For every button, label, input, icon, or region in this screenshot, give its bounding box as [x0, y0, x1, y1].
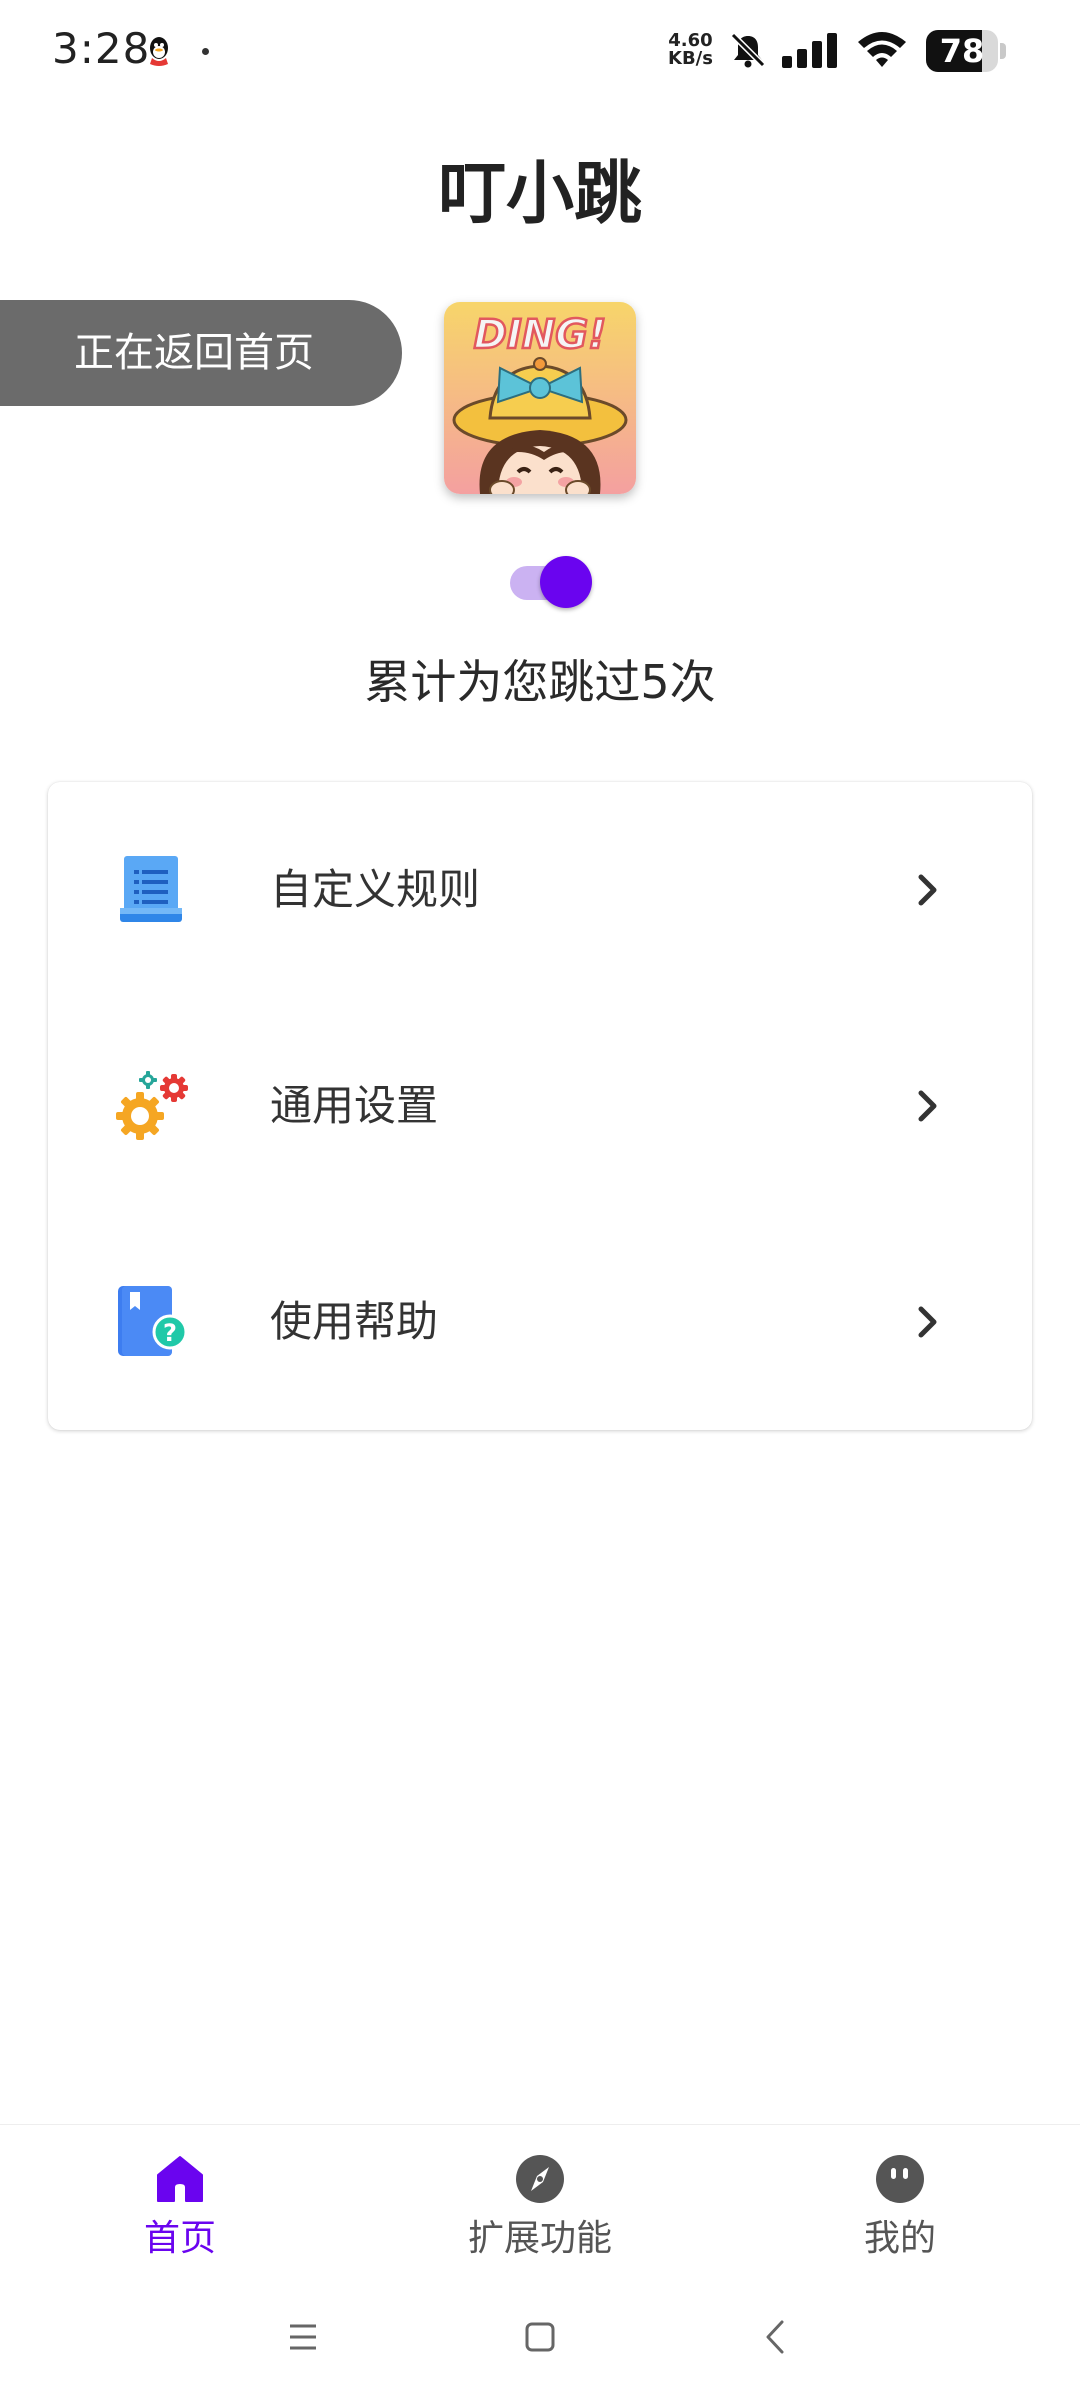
menu-item-label: 通用设置 [270, 1081, 439, 1130]
skip-counter-text: 累计为您跳过5次 [364, 655, 716, 709]
back-icon[interactable] [752, 2312, 802, 2362]
app-logo: DING! [444, 302, 636, 494]
home-square-icon[interactable] [515, 2312, 565, 2362]
mute-bell-icon [730, 32, 766, 68]
menu-item-general-settings[interactable]: 通用设置 [48, 998, 1032, 1214]
screen: 3:28 4.60 KB/s 78 叮小跳 正在返回首页 DING! 累计为您跳… [0, 0, 1080, 2400]
net-speed-unit: KB/s [668, 48, 713, 69]
nav-tab-label: 扩展功能 [467, 2218, 612, 2259]
svg-text:?: ? [163, 1319, 177, 1347]
nav-tab-mine[interactable]: 我的 [770, 2125, 1030, 2275]
menu-item-help[interactable]: ? 使用帮助 [48, 1214, 1032, 1430]
logo-text: DING! [474, 312, 607, 358]
nav-tab-extensions[interactable]: 扩展功能 [410, 2125, 670, 2275]
menu-card: 自定义规则 通用设置 ? 使用帮助 [48, 782, 1032, 1430]
document-list-icon [120, 856, 182, 922]
wifi-icon [858, 32, 906, 67]
battery-icon: 78 [926, 30, 1006, 72]
status-bar: 3:28 4.60 KB/s 78 [0, 0, 1080, 100]
page-title: 叮小跳 [437, 155, 642, 234]
home-icon [157, 2156, 203, 2202]
system-nav-bar [0, 2274, 1080, 2400]
menu-icon[interactable] [278, 2312, 328, 2362]
toast-message: 正在返回首页 [0, 300, 402, 406]
battery-level: 78 [939, 32, 985, 70]
menu-item-label: 使用帮助 [270, 1297, 439, 1346]
nav-tab-label: 首页 [143, 2218, 216, 2259]
gears-icon [116, 1071, 188, 1140]
switch-thumb [540, 556, 592, 608]
qq-icon [150, 37, 168, 66]
profile-face-icon [876, 2155, 924, 2203]
chevron-right-icon [918, 1306, 937, 1338]
signal-icon [782, 33, 837, 68]
bottom-nav: 首页 扩展功能 我的 [0, 2124, 1080, 2275]
status-time: 3:28 [52, 24, 151, 73]
chevron-right-icon [918, 874, 937, 906]
help-book-icon: ? [118, 1286, 188, 1356]
notification-dot [202, 48, 209, 55]
compass-icon [516, 2155, 564, 2203]
chevron-right-icon [918, 1090, 937, 1122]
menu-item-custom-rules[interactable]: 自定义规则 [48, 782, 1032, 998]
menu-item-label: 自定义规则 [270, 865, 481, 914]
service-toggle-switch[interactable] [508, 554, 596, 610]
net-speed: 4.60 KB/s [668, 32, 713, 68]
app-logo-image: DING! [444, 302, 636, 494]
nav-tab-label: 我的 [863, 2218, 936, 2259]
nav-tab-home[interactable]: 首页 [50, 2125, 310, 2275]
